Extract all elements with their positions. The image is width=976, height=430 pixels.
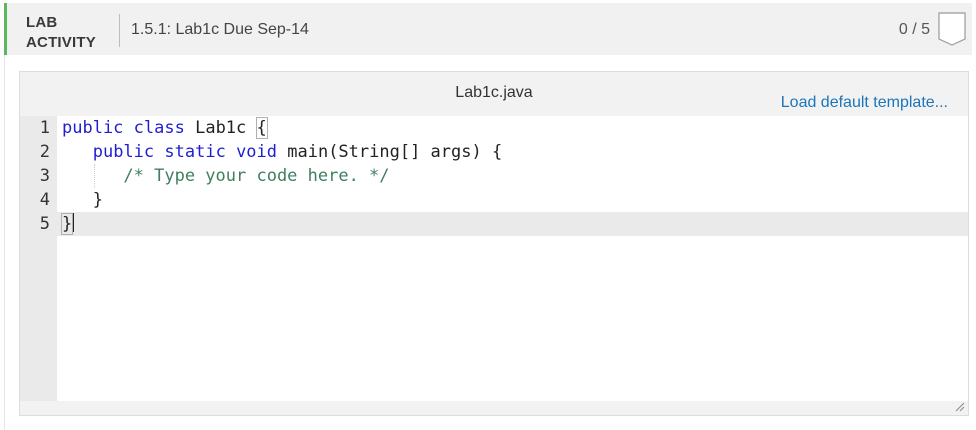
line-number: 1 <box>39 118 50 138</box>
code-line-active[interactable]: 5 } <box>20 212 968 236</box>
lab-activity-label: LAB ACTIVITY <box>26 13 96 53</box>
code-editor[interactable]: 1 public class Lab1c { 2 public static v… <box>20 116 968 401</box>
code-line[interactable]: 4 } <box>20 188 968 212</box>
line-number: 3 <box>39 166 50 186</box>
code-line-text: } <box>60 213 75 235</box>
code-line-text: /* Type your code here. */ <box>123 166 390 186</box>
line-number: 4 <box>39 190 50 210</box>
lab-panel: Lab1c.java Load default template... 1 pu… <box>4 55 972 430</box>
badge-outline-icon <box>938 12 966 46</box>
line-number: 5 <box>39 214 50 234</box>
code-line[interactable]: 1 public class Lab1c { <box>20 116 968 140</box>
code-line[interactable]: 3 /* Type your code here. */ <box>20 164 968 188</box>
code-line[interactable]: 2 public static void main(String[] args)… <box>20 140 968 164</box>
code-line-text: public class Lab1c { <box>62 117 268 139</box>
activity-title: 1.5.1: Lab1c Due Sep-14 <box>131 21 309 38</box>
code-editor-container: Lab1c.java Load default template... 1 pu… <box>19 71 969 416</box>
line-number: 2 <box>39 142 50 162</box>
code-line-text: } <box>62 190 103 210</box>
lab-activity-header: LAB ACTIVITY 1.5.1: Lab1c Due Sep-14 0 /… <box>4 3 972 55</box>
code-line-text: public static void main(String[] args) { <box>92 142 503 162</box>
text-cursor <box>73 213 75 232</box>
resize-grip-icon[interactable] <box>953 400 965 412</box>
lab-label-line1: LAB <box>26 14 58 31</box>
score-display: 0 / 5 <box>898 21 930 38</box>
lab-label-line2: ACTIVITY <box>26 34 96 51</box>
header-divider <box>119 14 120 47</box>
load-default-template-link[interactable]: Load default template... <box>781 94 948 112</box>
